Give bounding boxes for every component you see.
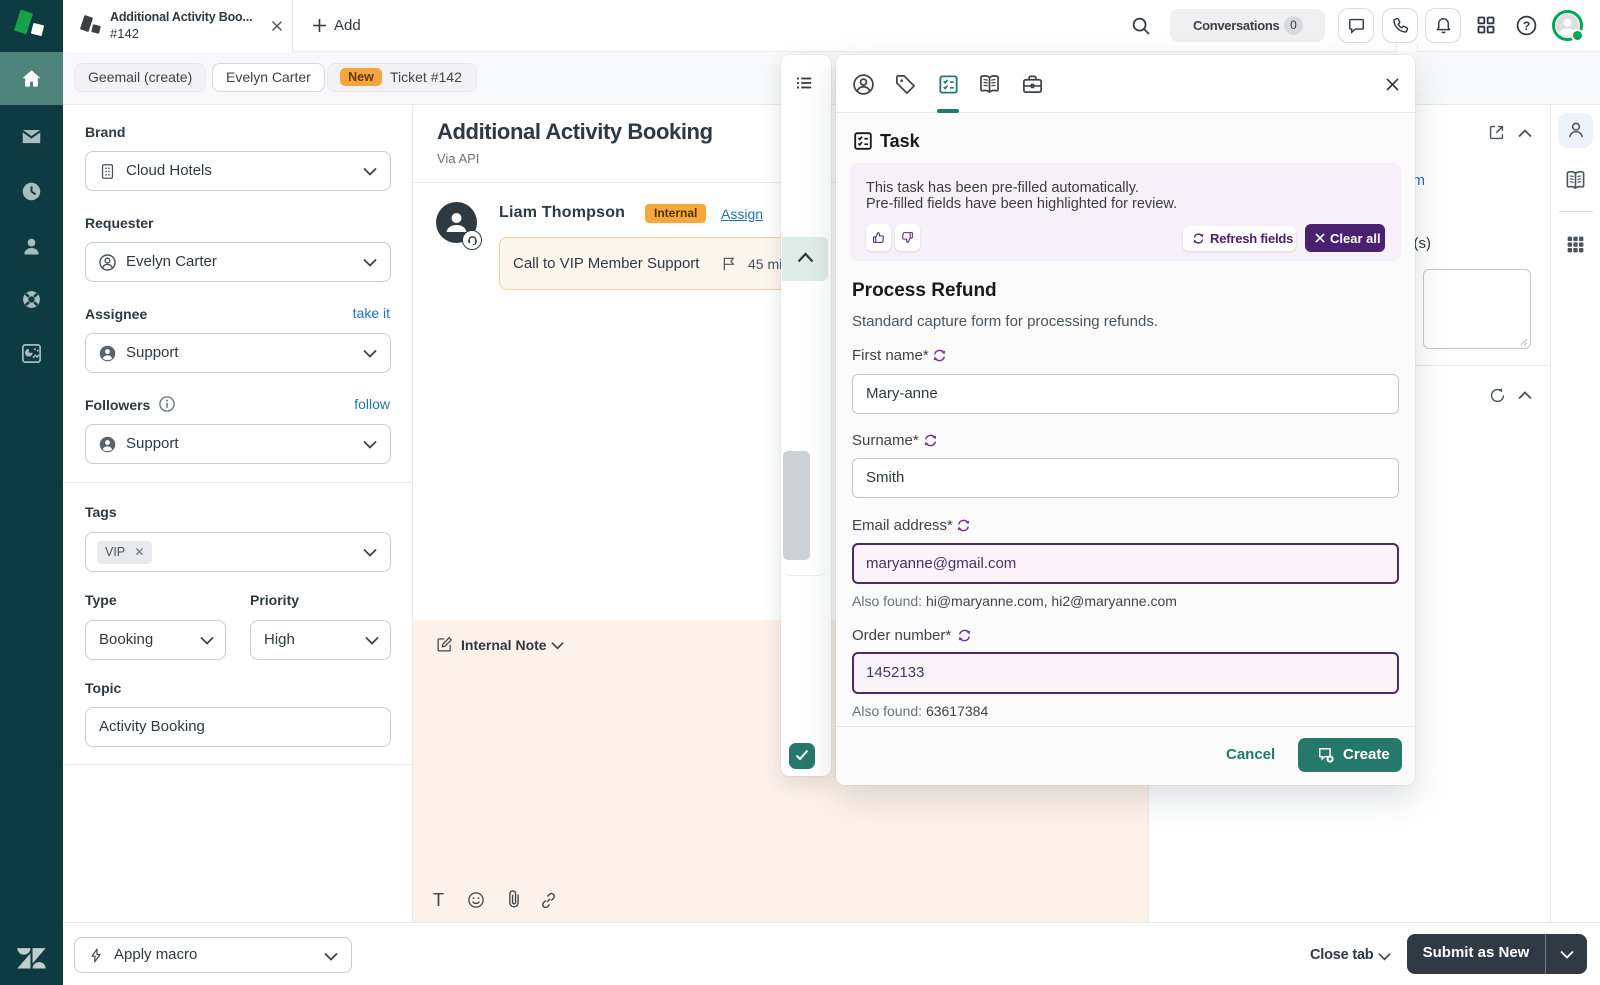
svg-text:?: ?: [1523, 19, 1530, 33]
